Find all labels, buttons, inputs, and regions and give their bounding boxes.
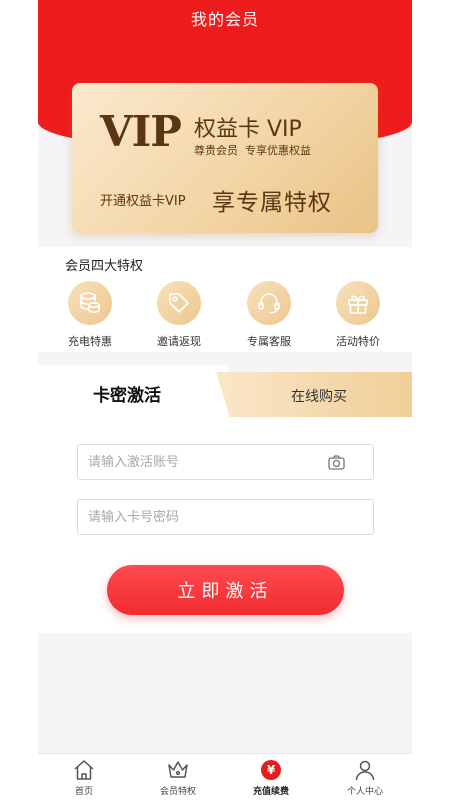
account-input[interactable] bbox=[88, 445, 328, 479]
benefit-charging-discount[interactable]: 充电特惠 bbox=[55, 281, 125, 349]
vip-card-subtitle: 尊贵会员 专享优惠权益 bbox=[194, 144, 311, 157]
right-margin bbox=[412, 0, 450, 800]
tabbar-item-recharge[interactable]: ¥ 充值续费 bbox=[231, 758, 311, 797]
benefit-event-deals[interactable]: 活动特价 bbox=[323, 281, 393, 349]
benefits-section: 会员四大特权 充电特惠 邀请返现 专属客服 活动特价 bbox=[38, 247, 412, 352]
tabbar-label: 会员特权 bbox=[159, 787, 196, 797]
password-field[interactable] bbox=[77, 499, 374, 535]
account-field[interactable] bbox=[77, 444, 374, 480]
crown-icon bbox=[138, 758, 218, 782]
tab-online-purchase[interactable]: 在线购买 bbox=[216, 372, 412, 417]
tab-label: 在线购买 bbox=[291, 389, 347, 405]
benefits-title: 会员四大特权 bbox=[65, 259, 144, 274]
tabbar-label: 充值续费 bbox=[252, 787, 289, 797]
home-icon bbox=[44, 758, 124, 782]
benefit-label: 充电特惠 bbox=[68, 335, 112, 348]
bottom-tab-bar: 首页 会员特权 ¥ 充值续费 个人中心 bbox=[38, 753, 412, 800]
benefit-label: 专属客服 bbox=[247, 335, 291, 348]
activate-now-button[interactable]: 立即激活 bbox=[107, 565, 344, 615]
coins-icon bbox=[68, 281, 112, 325]
vip-open-text: 开通权益卡VIP bbox=[100, 194, 186, 209]
camera-icon[interactable] bbox=[328, 455, 345, 474]
app-screen: 我的会员 VIP 权益卡 VIP 尊贵会员 专享优惠权益 开通权益卡VIP 享专… bbox=[38, 0, 412, 800]
activation-tabs: 卡密激活 在线购买 bbox=[38, 365, 412, 417]
gift-icon bbox=[336, 281, 380, 325]
tab-label: 卡密激活 bbox=[93, 386, 161, 406]
vip-logo: VIP bbox=[100, 107, 182, 156]
vip-card-title: 权益卡 VIP bbox=[194, 117, 302, 142]
activation-panel: 卡密激活 在线购买 立即激活 bbox=[38, 365, 412, 633]
page-title: 我的会员 bbox=[190, 10, 259, 29]
benefit-customer-service[interactable]: 专属客服 bbox=[234, 281, 304, 349]
benefit-label: 活动特价 bbox=[336, 335, 380, 348]
vip-card[interactable]: VIP 权益卡 VIP 尊贵会员 专享优惠权益 开通权益卡VIP 享专属特权 bbox=[72, 83, 378, 233]
tabbar-item-member-privileges[interactable]: 会员特权 bbox=[138, 758, 218, 797]
headset-icon bbox=[247, 281, 291, 325]
yen-icon: ¥ bbox=[261, 760, 281, 780]
vip-privilege-text: 享专属特权 bbox=[212, 190, 332, 216]
tabbar-item-profile[interactable]: 个人中心 bbox=[325, 758, 405, 797]
tabbar-label: 个人中心 bbox=[346, 787, 383, 797]
tabbar-item-home[interactable]: 首页 bbox=[44, 758, 124, 797]
tabbar-label: 首页 bbox=[74, 787, 93, 797]
tag-icon bbox=[157, 281, 201, 325]
tabbar-icon-wrap: ¥ bbox=[231, 758, 311, 782]
left-margin bbox=[0, 0, 38, 800]
tab-card-activation[interactable]: 卡密激活 bbox=[38, 365, 228, 417]
user-icon bbox=[325, 758, 405, 782]
card-password-input[interactable] bbox=[88, 500, 328, 534]
benefit-invite-cashback[interactable]: 邀请返现 bbox=[144, 281, 214, 349]
benefit-label: 邀请返现 bbox=[157, 335, 201, 348]
